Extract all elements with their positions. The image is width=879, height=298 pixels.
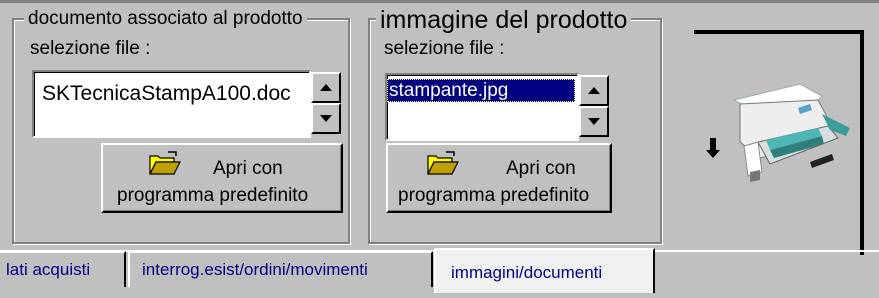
image-select-label: selezione file :	[384, 38, 505, 59]
document-list-scrollbar[interactable]	[311, 72, 341, 134]
document-open-button-line2: programma predefinito	[117, 185, 309, 206]
product-files-panel: documento associato al prodotto selezion…	[0, 0, 879, 298]
image-scroll-down-button[interactable]	[579, 106, 609, 137]
image-open-button-line2: programma predefinito	[398, 185, 590, 206]
tab-immagini-documenti[interactable]: immagini/documenti	[434, 248, 655, 293]
preview-frame-right	[860, 30, 864, 255]
arrow-down-icon	[320, 115, 332, 122]
open-folder-icon	[149, 151, 181, 175]
document-group-legend: documento associato al prodotto	[24, 8, 307, 30]
open-folder-icon	[427, 151, 459, 175]
image-list-scrollbar[interactable]	[579, 75, 609, 137]
image-group-legend: immagine del prodotto	[376, 6, 632, 34]
document-file-item[interactable]: SKTecnicaStampA100.doc	[42, 82, 291, 106]
document-open-button[interactable]: Apri con programma predefinito	[101, 143, 343, 213]
printer-image-icon	[706, 83, 850, 182]
image-scroll-up-button[interactable]	[579, 75, 609, 106]
top-border	[0, 0, 879, 3]
image-preview-frame	[694, 30, 866, 270]
image-file-list[interactable]: stampante.jpg	[385, 73, 579, 141]
document-select-label: selezione file :	[30, 38, 151, 59]
tab-label: lati acquisti	[6, 260, 91, 279]
tab-label: immagini/documenti	[451, 263, 603, 282]
image-file-item[interactable]: stampante.jpg	[387, 79, 575, 102]
arrow-up-icon	[320, 84, 332, 91]
tab-label: interrog.esist/ordini/movimenti	[142, 260, 368, 279]
image-open-button[interactable]: Apri con programma predefinito	[386, 143, 612, 213]
arrow-down-icon	[588, 118, 600, 125]
arrow-up-icon	[588, 87, 600, 94]
document-file-list[interactable]: SKTecnicaStampA100.doc	[32, 70, 311, 138]
preview-frame-top	[694, 30, 864, 34]
document-scroll-up-button[interactable]	[311, 72, 341, 103]
document-scroll-down-button[interactable]	[311, 103, 341, 134]
tab-interrog-esist[interactable]: interrog.esist/ordini/movimenti	[128, 251, 433, 287]
tab-lati-acquisti[interactable]: lati acquisti	[0, 251, 126, 287]
image-open-button-line1: Apri con	[506, 158, 576, 179]
document-open-button-line1: Apri con	[213, 158, 283, 179]
